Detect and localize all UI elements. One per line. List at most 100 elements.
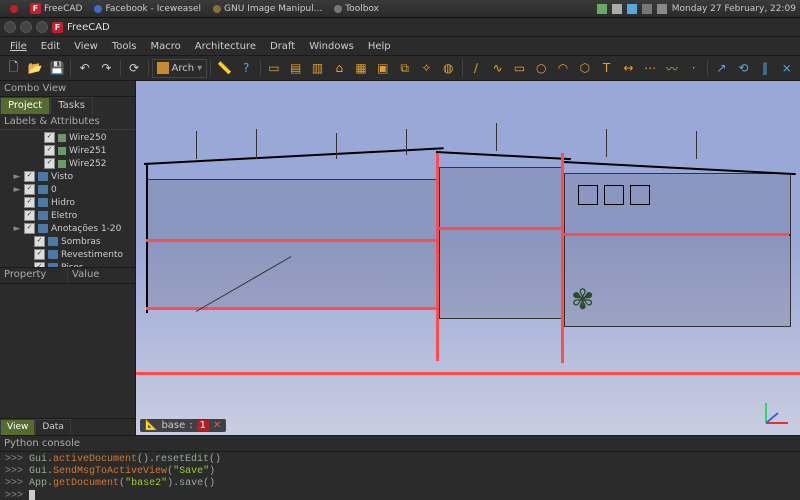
new-file-button[interactable]: 🗋 xyxy=(3,57,24,79)
tree-node[interactable]: ►✓Visto xyxy=(0,170,135,183)
taskbar-app-gimp[interactable]: GNU Image Manipul... xyxy=(207,4,328,14)
menu-view[interactable]: View xyxy=(68,39,104,54)
system-tray: Monday 27 February, 22:09 xyxy=(597,4,796,14)
arch-building-button[interactable]: ⌂ xyxy=(329,57,350,79)
visibility-checkbox[interactable]: ✓ xyxy=(24,210,35,221)
visibility-checkbox[interactable]: ✓ xyxy=(24,197,35,208)
property-view[interactable] xyxy=(0,284,135,419)
visibility-checkbox[interactable]: ✓ xyxy=(34,249,45,260)
menu-help[interactable]: Help xyxy=(362,39,397,54)
wire-icon xyxy=(58,147,66,155)
python-console[interactable]: >>> Gui.activeDocument().resetEdit()>>> … xyxy=(0,452,800,500)
arch-window-button[interactable]: ▣ xyxy=(372,57,393,79)
folder-icon xyxy=(38,198,48,207)
taskbar-app-freecad[interactable]: FFreeCAD xyxy=(24,3,88,14)
folder-icon xyxy=(48,237,58,246)
tab-data[interactable]: Data xyxy=(35,419,71,435)
tree-node[interactable]: ✓Hidro xyxy=(0,196,135,209)
draft-dimension-button[interactable]: ↔ xyxy=(618,57,639,79)
visibility-checkbox[interactable]: ✓ xyxy=(24,171,35,182)
taskbar-app-iceweasel[interactable]: Facebook - Iceweasel xyxy=(88,4,207,14)
3d-viewport[interactable]: ✾ 📐 base : 1 ✕ xyxy=(136,81,800,435)
menu-tools[interactable]: Tools xyxy=(106,39,143,54)
folder-icon xyxy=(38,211,48,220)
arch-floor-button[interactable]: ▥ xyxy=(307,57,328,79)
expand-arrow-icon[interactable]: ► xyxy=(13,172,21,182)
menu-edit[interactable]: Edit xyxy=(35,39,66,54)
refresh-button[interactable]: ⟳ xyxy=(124,57,145,79)
tray-icon[interactable] xyxy=(597,4,607,14)
open-file-button[interactable]: 📂 xyxy=(25,57,46,79)
tree-node[interactable]: ✓Revestimento xyxy=(0,248,135,261)
arch-axis-button[interactable]: ✧ xyxy=(416,57,437,79)
tree-node[interactable]: ✓Sombras xyxy=(0,235,135,248)
tray-icon[interactable] xyxy=(642,4,652,14)
visibility-checkbox[interactable]: ✓ xyxy=(24,223,35,234)
tab-view[interactable]: View xyxy=(0,419,35,435)
close-icon[interactable]: ✕ xyxy=(213,420,221,431)
draft-offset-button[interactable]: ‖ xyxy=(755,57,776,79)
draft-wire-button[interactable]: ∿ xyxy=(487,57,508,79)
draft-move-button[interactable]: ↗ xyxy=(711,57,732,79)
draft-circle-button[interactable]: ○ xyxy=(531,57,552,79)
draft-line-button[interactable]: ∕ xyxy=(466,57,487,79)
taskbar-clock[interactable]: Monday 27 February, 22:09 xyxy=(672,4,796,14)
tree-header: Labels & Attributes xyxy=(0,114,135,130)
menu-architecture[interactable]: Architecture xyxy=(189,39,262,54)
visibility-checkbox[interactable]: ✓ xyxy=(44,132,55,143)
draft-more-button[interactable]: ⋯ xyxy=(640,57,661,79)
menu-draft[interactable]: Draft xyxy=(264,39,301,54)
viewport-doc-tab[interactable]: 📐 base : 1 ✕ xyxy=(140,419,226,432)
tree-node[interactable]: ►✓0 xyxy=(0,183,135,196)
redo-button[interactable]: ↷ xyxy=(96,57,117,79)
save-file-button[interactable]: 💾 xyxy=(47,57,68,79)
main-toolbar: 🗋 📂 💾 ↶ ↷ ⟳ Arch▾ 📏 ? ▭ ▤ ▥ ⌂ ▦ ▣ ⧉ ✧ ◍ … xyxy=(0,56,800,81)
tab-project[interactable]: Project xyxy=(0,97,50,114)
window-maximize-button[interactable] xyxy=(36,21,48,33)
draft-rotate-button[interactable]: ⟲ xyxy=(733,57,754,79)
combo-view-title: Combo View xyxy=(0,81,135,97)
tray-icon[interactable] xyxy=(627,4,637,14)
menu-macro[interactable]: Macro xyxy=(144,39,186,54)
visibility-checkbox[interactable]: ✓ xyxy=(24,184,35,195)
draft-trimex-button[interactable]: ⨯ xyxy=(776,57,797,79)
arch-section-button[interactable]: ⧉ xyxy=(394,57,415,79)
expand-arrow-icon[interactable]: ► xyxy=(13,185,21,195)
arch-roof-button[interactable]: ◍ xyxy=(438,57,459,79)
arch-wall-button[interactable]: ▭ xyxy=(264,57,285,79)
undo-button[interactable]: ↶ xyxy=(74,57,95,79)
draft-arc-button[interactable]: ◠ xyxy=(553,57,574,79)
tree-node[interactable]: ✓Eletro xyxy=(0,209,135,222)
tray-speaker-icon[interactable] xyxy=(657,4,667,14)
draft-polygon-button[interactable]: ⬡ xyxy=(574,57,595,79)
draft-bspline-button[interactable]: 〰 xyxy=(662,57,683,79)
building-drawing: ✾ xyxy=(136,123,800,383)
tool-whatsthis-icon[interactable]: ? xyxy=(236,57,257,79)
taskbar-app-toolbox[interactable]: Toolbox xyxy=(328,4,385,14)
tab-tasks[interactable]: Tasks xyxy=(50,97,93,114)
arch-site-button[interactable]: ▦ xyxy=(351,57,372,79)
visibility-checkbox[interactable]: ✓ xyxy=(34,236,45,247)
menu-windows[interactable]: Windows xyxy=(303,39,360,54)
tray-icon[interactable] xyxy=(612,4,622,14)
draft-point-button[interactable]: · xyxy=(683,57,704,79)
visibility-checkbox[interactable]: ✓ xyxy=(44,145,55,156)
expand-arrow-icon[interactable]: ► xyxy=(13,224,21,234)
combo-view-panel: Combo View Project Tasks Labels & Attrib… xyxy=(0,81,136,435)
tree-node[interactable]: ✓Wire251 xyxy=(0,144,135,157)
os-taskbar: FFreeCAD Facebook - Iceweasel GNU Image … xyxy=(0,0,800,18)
visibility-checkbox[interactable]: ✓ xyxy=(44,158,55,169)
tree-node[interactable]: ✓Wire252 xyxy=(0,157,135,170)
workbench-selector[interactable]: Arch▾ xyxy=(152,59,208,78)
taskbar-debian[interactable] xyxy=(4,5,24,13)
model-tree[interactable]: ✓Wire250✓Wire251✓Wire252►✓Visto►✓0✓Hidro… xyxy=(0,130,135,267)
window-close-button[interactable] xyxy=(4,21,16,33)
tree-node[interactable]: ✓Wire250 xyxy=(0,131,135,144)
tool-measure-icon[interactable]: 📏 xyxy=(214,57,235,79)
tree-node[interactable]: ►✓Anotações 1-20 xyxy=(0,222,135,235)
draft-rectangle-button[interactable]: ▭ xyxy=(509,57,530,79)
draft-text-button[interactable]: T xyxy=(596,57,617,79)
menu-file[interactable]: File xyxy=(4,39,33,54)
window-minimize-button[interactable] xyxy=(20,21,32,33)
arch-structure-button[interactable]: ▤ xyxy=(285,57,306,79)
